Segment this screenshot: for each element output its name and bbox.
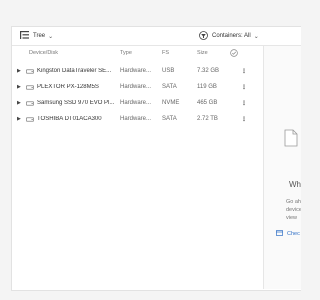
device-bus: SATA [162,84,177,90]
more-options-icon[interactable]: ⋮ [241,100,247,107]
column-header-fs[interactable]: FS [162,50,169,56]
device-bus: USB [162,68,175,74]
device-list: Device/Disk Type FS Size ▶ Kingston Data… [12,46,264,289]
device-type: Hardware... [120,84,152,90]
drive-icon [26,101,35,108]
device-size: 119 GB [197,84,217,90]
drive-icon [26,117,35,124]
description-line: device s [286,207,301,213]
expand-arrow-icon[interactable]: ▶ [17,84,21,90]
chevron-down-icon: ⌄ [48,33,54,40]
view-mode-dropdown[interactable]: Tree ⌄ [20,31,53,41]
device-size: 7.32 GB [197,68,220,74]
containers-filter-dropdown[interactable]: Containers: All ⌄ [199,30,259,42]
details-panel: Wh Go ahead device s view Chec [264,46,301,289]
column-header-device[interactable]: Device/Disk [29,50,58,56]
column-header-size[interactable]: Size [197,50,208,56]
description-line: Go ahead [286,199,301,205]
device-bus: SATA [162,116,177,122]
device-type: Hardware... [120,100,152,106]
document-icon [284,129,298,152]
device-name: PLEXTOR PX-128M5S [37,84,99,90]
view-mode-label: Tree [33,33,46,39]
device-name: TOSHIBA DT01ACA300 [37,116,102,122]
check-link-label: Chec [287,231,300,237]
tree-view-icon [20,31,29,41]
description-line: view [286,215,298,221]
details-panel-description: Go ahead device s view [286,198,301,222]
more-options-icon[interactable]: ⋮ [241,116,247,123]
table-row[interactable]: ▶ TOSHIBA DT01ACA300 Hardware... SATA 2.… [12,113,263,127]
table-row[interactable]: ▶ Samsung SSD 970 EVO Pl... Hardware... … [12,97,263,111]
details-panel-title: Wh [289,180,301,189]
column-header-type[interactable]: Type [120,50,132,56]
device-name: Samsung SSD 970 EVO Pl... [37,100,115,106]
select-all-check-icon[interactable] [230,49,238,59]
filter-icon [199,30,208,42]
more-options-icon[interactable]: ⋮ [241,68,247,75]
chevron-down-icon: ⌄ [253,33,259,40]
device-name: Kingston DataTraveler SE... [37,68,112,74]
table-row[interactable]: ▶ Kingston DataTraveler SE... Hardware..… [12,65,263,79]
link-icon [276,230,283,238]
toolbar: Tree ⌄ Containers: All ⌄ [12,27,301,46]
drive-icon [26,85,35,92]
device-size: 2.72 TB [197,116,218,122]
device-size: 465 GB [197,100,218,106]
containers-filter-label: Containers: All [212,33,251,39]
top-bar [0,0,300,26]
check-link[interactable]: Chec [276,230,300,238]
device-bus: NVME [162,100,180,106]
main-window: Tree ⌄ Containers: All ⌄ Device/Disk Typ… [11,26,301,291]
drive-icon [26,69,35,76]
device-type: Hardware... [120,116,152,122]
expand-arrow-icon[interactable]: ▶ [17,68,21,74]
table-row[interactable]: ▶ PLEXTOR PX-128M5S Hardware... SATA 119… [12,81,263,95]
device-type: Hardware... [120,68,152,74]
expand-arrow-icon[interactable]: ▶ [17,116,21,122]
expand-arrow-icon[interactable]: ▶ [17,100,21,106]
more-options-icon[interactable]: ⋮ [241,84,247,91]
